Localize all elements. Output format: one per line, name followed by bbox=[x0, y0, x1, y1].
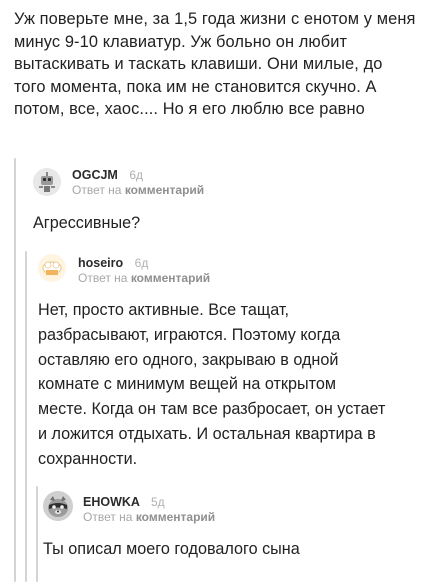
comment-2-text: Нет, просто активные. Все тащат, разбрас… bbox=[38, 301, 386, 468]
comment-2-author[interactable]: hoseiro bbox=[78, 256, 123, 270]
comment-1-reply-to[interactable]: Ответ на комментарий bbox=[72, 183, 204, 197]
comment-2-time: 6д bbox=[134, 256, 149, 270]
comment-3-reply-to[interactable]: Ответ на комментарий bbox=[83, 510, 215, 524]
comment-3-reply-prefix: Ответ на bbox=[83, 510, 133, 524]
comment-3-time: 5д bbox=[150, 495, 165, 509]
root-comment-text: Уж поверьте мне, за 1,5 года жизни с ено… bbox=[14, 10, 416, 118]
comment-3-reply-target[interactable]: комментарий bbox=[136, 510, 215, 524]
robot-avatar-icon[interactable] bbox=[33, 168, 61, 196]
comment-3-author[interactable]: EHOWKA bbox=[83, 495, 139, 509]
comment-3-author-line[interactable]: EHOWKA 5д bbox=[83, 495, 165, 509]
raccoon-avatar-icon[interactable] bbox=[43, 491, 73, 521]
thread-line-level-3[interactable] bbox=[36, 486, 38, 582]
comment-2-author-line[interactable]: hoseiro 6д bbox=[78, 256, 148, 270]
comment-1-author[interactable]: OGCJM bbox=[72, 168, 118, 182]
comment-3-text: Ты описал моего годовалого сына bbox=[43, 540, 300, 558]
comment-1-reply-prefix: Ответ на bbox=[72, 183, 122, 197]
comment-1-text: Агрессивные? bbox=[33, 214, 141, 232]
comment-2-reply-to[interactable]: Ответ на комментарий bbox=[78, 271, 210, 285]
thread-line-level-2[interactable] bbox=[25, 251, 27, 582]
thread-line-level-1[interactable] bbox=[14, 158, 16, 582]
chef-hat-avatar-icon[interactable] bbox=[38, 254, 66, 282]
comment-2-reply-target[interactable]: комментарий bbox=[131, 271, 210, 285]
comment-1-reply-target[interactable]: комментарий bbox=[125, 183, 204, 197]
comment-2-reply-prefix: Ответ на bbox=[78, 271, 128, 285]
comment-1-author-line[interactable]: OGCJM 6д bbox=[72, 168, 143, 182]
comment-1-time: 6д bbox=[129, 168, 144, 182]
